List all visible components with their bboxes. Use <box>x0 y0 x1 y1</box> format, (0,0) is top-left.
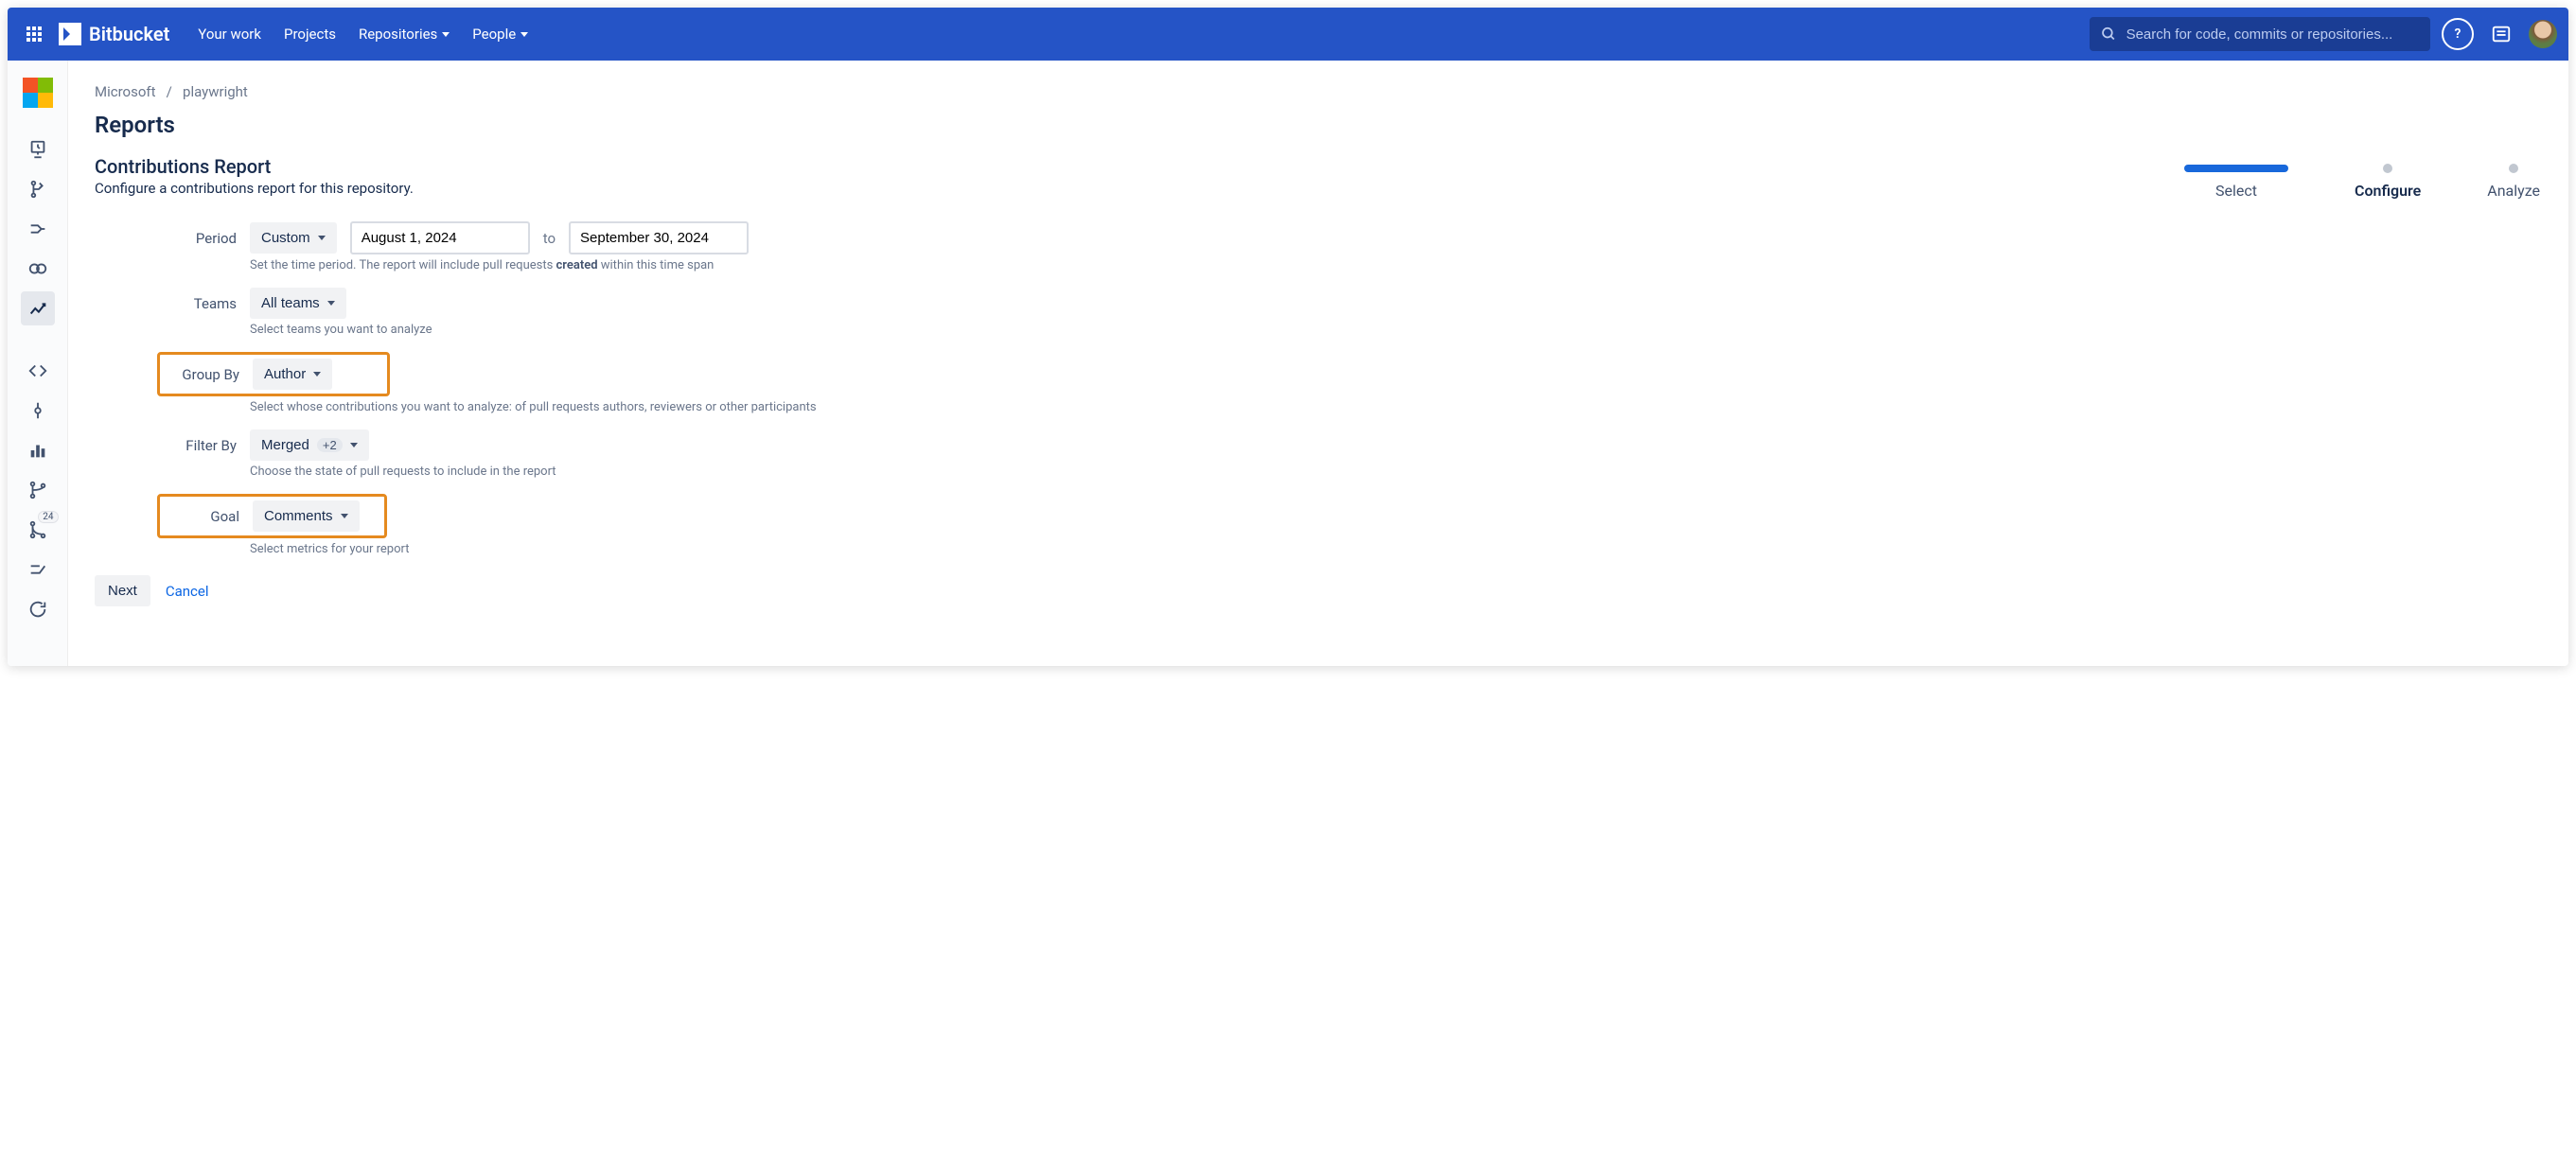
primary-nav: Your work Projects Repositories People <box>198 26 528 43</box>
filterby-extra-count: +2 <box>317 438 343 452</box>
goal-highlight: Goal Comments <box>157 494 387 538</box>
user-avatar[interactable] <box>2529 20 2557 48</box>
merge-icon[interactable]: 24 <box>21 513 55 547</box>
step-select[interactable]: Select <box>2184 165 2288 200</box>
page-title: Reports <box>95 112 2542 138</box>
stats-icon[interactable] <box>21 433 55 467</box>
teams-select[interactable]: All teams <box>250 288 346 319</box>
breadcrumb-repo[interactable]: playwright <box>183 83 248 100</box>
period-value: Custom <box>261 230 310 246</box>
chevron-down-icon <box>350 443 358 447</box>
goal-label: Goal <box>186 508 239 525</box>
section-title: Contributions Report <box>95 155 2542 178</box>
step-dot <box>2509 164 2518 173</box>
help-icon[interactable]: ? <box>2442 18 2474 50</box>
goal-select[interactable]: Comments <box>253 500 360 532</box>
period-hint: Set the time period. The report will inc… <box>250 258 1013 272</box>
goal-hint: Select metrics for your report <box>250 542 1013 556</box>
top-nav: Bitbucket Your work Projects Repositorie… <box>8 8 2568 61</box>
groupby-value: Author <box>264 366 306 382</box>
period-label: Period <box>161 230 237 247</box>
chevron-down-icon <box>442 32 450 37</box>
whats-new-icon[interactable] <box>2485 18 2517 50</box>
section-desc: Configure a contributions report for thi… <box>95 180 2542 197</box>
step-bar <box>2184 165 2288 172</box>
breadcrumb-project[interactable]: Microsoft <box>95 83 156 100</box>
chevron-down-icon <box>313 372 321 377</box>
period-select[interactable]: Custom <box>250 222 337 254</box>
code-icon[interactable] <box>21 354 55 388</box>
step-label: Configure <box>2355 182 2421 200</box>
groupby-hint: Select whose contributions you want to a… <box>250 400 1013 414</box>
step-analyze[interactable]: Analyze <box>2487 165 2540 200</box>
left-sidebar: 24 <box>8 61 68 666</box>
search-icon <box>2101 26 2117 43</box>
project-logo[interactable] <box>23 78 53 108</box>
chevron-down-icon <box>327 301 335 306</box>
filterby-value: Merged <box>261 437 309 453</box>
deployments-icon[interactable] <box>21 252 55 286</box>
merge-badge: 24 <box>38 511 58 523</box>
groupby-select[interactable]: Author <box>253 359 332 390</box>
nav-repositories[interactable]: Repositories <box>359 26 450 43</box>
sync-icon[interactable] <box>21 592 55 626</box>
app-switcher-icon[interactable] <box>19 19 49 49</box>
step-configure[interactable]: Configure <box>2355 165 2421 200</box>
main-content: Microsoft / playwright Reports Contribut… <box>68 61 2568 666</box>
nav-repositories-label: Repositories <box>359 26 437 43</box>
goal-value: Comments <box>264 508 333 524</box>
next-button[interactable]: Next <box>95 575 150 606</box>
pull-requests-icon[interactable] <box>21 172 55 206</box>
brand-name: Bitbucket <box>89 23 169 45</box>
to-label: to <box>543 230 556 247</box>
nav-your-work[interactable]: Your work <box>198 26 261 43</box>
reports-icon[interactable] <box>21 291 55 325</box>
branches-icon[interactable] <box>21 473 55 507</box>
search-input[interactable] <box>2126 26 2419 43</box>
chevron-down-icon <box>318 236 326 240</box>
filterby-select[interactable]: Merged +2 <box>250 429 369 461</box>
report-form: Period Custom to Set the time period. Th… <box>161 216 1013 556</box>
brand-logo[interactable]: Bitbucket <box>59 23 169 45</box>
groupby-label: Group By <box>164 366 239 383</box>
teams-value: All teams <box>261 295 320 311</box>
stepper: Select Configure Analyze <box>2184 165 2540 200</box>
filterby-hint: Choose the state of pull requests to inc… <box>250 465 1013 479</box>
step-label: Analyze <box>2487 182 2540 200</box>
step-label: Select <box>2215 182 2257 200</box>
teams-label: Teams <box>161 295 237 312</box>
nav-projects[interactable]: Projects <box>284 26 336 43</box>
filterby-label: Filter By <box>161 437 237 454</box>
step-dot <box>2383 164 2392 173</box>
commits-icon[interactable] <box>21 394 55 428</box>
chevron-down-icon <box>341 514 348 518</box>
date-to-input[interactable] <box>569 221 749 254</box>
date-from-input[interactable] <box>350 221 530 254</box>
cancel-link[interactable]: Cancel <box>166 583 209 600</box>
search-box[interactable] <box>2090 17 2430 51</box>
bitbucket-icon <box>59 23 81 45</box>
pipelines-icon[interactable] <box>21 212 55 246</box>
chevron-down-icon <box>520 32 528 37</box>
nav-people[interactable]: People <box>472 26 528 43</box>
nav-people-label: People <box>472 26 516 43</box>
source-icon[interactable] <box>21 132 55 167</box>
fork-icon[interactable] <box>21 552 55 587</box>
breadcrumb: Microsoft / playwright <box>95 83 2542 100</box>
teams-hint: Select teams you want to analyze <box>250 323 1013 337</box>
groupby-highlight: Group By Author <box>157 352 390 396</box>
footer-actions: Next Cancel <box>95 575 2542 606</box>
